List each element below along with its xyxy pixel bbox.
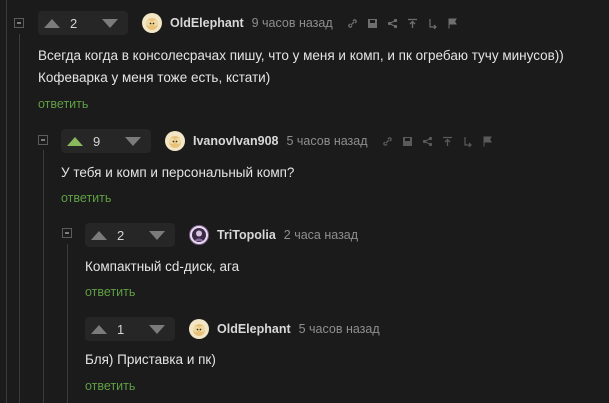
pin-icon[interactable]	[407, 18, 418, 29]
link-icon[interactable]	[382, 136, 393, 147]
thread-line	[67, 244, 68, 403]
comment-header: 2 OldElephant 9 часов назад	[38, 11, 467, 35]
collapse-toggle[interactable]	[62, 228, 72, 238]
vote-count: 9	[93, 133, 101, 149]
reply-link[interactable]: ответить	[85, 285, 135, 299]
timestamp[interactable]: 2 часа назад	[284, 228, 358, 242]
avatar[interactable]	[189, 319, 209, 339]
comment-tools	[347, 18, 467, 29]
vote-count: 2	[117, 227, 125, 243]
comment-text: У тебя и комп и персональный комп?	[61, 162, 294, 184]
flag-icon[interactable]	[482, 136, 493, 147]
comment-line: Компактный cd-диск, ага	[85, 259, 240, 274]
comment-line: У тебя и комп и персональный комп?	[61, 165, 295, 180]
avatar[interactable]	[165, 131, 185, 151]
downvote-icon[interactable]	[149, 324, 165, 334]
reply-link[interactable]: ответить	[38, 97, 88, 111]
comment-text: Всегда когда в консолесрачах пишу, что у…	[38, 45, 608, 89]
timestamp[interactable]: 9 часов назад	[252, 16, 333, 30]
vote-group: 2	[85, 223, 175, 247]
pin-icon[interactable]	[442, 136, 453, 147]
reply-link[interactable]: ответить	[85, 379, 135, 393]
vote-group: 9	[61, 129, 151, 153]
comment-line: Всегда когда в консолесрачах пишу, что у…	[38, 48, 564, 63]
timestamp[interactable]: 5 часов назад	[286, 134, 367, 148]
downvote-icon[interactable]	[149, 230, 165, 240]
upvote-icon[interactable]	[44, 18, 60, 28]
collapse-toggle[interactable]	[38, 135, 48, 145]
upvote-icon[interactable]	[91, 230, 107, 240]
vote-count: 2	[70, 15, 78, 31]
upvote-icon[interactable]	[67, 136, 83, 146]
thread-line	[6, 0, 7, 403]
avatar[interactable]	[189, 225, 209, 245]
timestamp[interactable]: 5 часов назад	[299, 322, 380, 336]
downvote-icon[interactable]	[102, 18, 118, 28]
username[interactable]: TriTopolia	[217, 228, 276, 242]
save-icon[interactable]	[367, 18, 378, 29]
comment-header: 1 OldElephant 5 часов назад	[85, 317, 380, 341]
comment-header: 2 TriTopolia 2 часа назад	[85, 223, 358, 247]
comment-header: 9 IvanovIvan908 5 часов назад	[61, 129, 502, 153]
collapse-toggle[interactable]	[14, 18, 24, 28]
thread-line	[19, 34, 20, 403]
save-icon[interactable]	[402, 136, 413, 147]
comment-text: Компактный cd-диск, ага	[85, 256, 239, 278]
avatar[interactable]	[142, 13, 162, 33]
reply-link[interactable]: ответить	[61, 191, 111, 205]
username[interactable]: OldElephant	[217, 322, 291, 336]
reply-to-icon[interactable]	[427, 18, 438, 29]
vote-count: 1	[117, 321, 125, 337]
downvote-icon[interactable]	[125, 136, 141, 146]
comment-text: Бля) Приставка и пк)	[85, 349, 216, 371]
username[interactable]: OldElephant	[170, 16, 244, 30]
comment-line: Бля) Приставка и пк)	[85, 352, 216, 367]
vote-group: 2	[38, 11, 128, 35]
vote-group: 1	[85, 317, 175, 341]
thread-line	[43, 150, 44, 403]
share-icon[interactable]	[422, 136, 433, 147]
comment-line: Кофеварка у меня тоже есть, кстати)	[38, 70, 271, 85]
link-icon[interactable]	[347, 18, 358, 29]
comment-tools	[382, 136, 502, 147]
share-icon[interactable]	[387, 18, 398, 29]
username[interactable]: IvanovIvan908	[193, 134, 278, 148]
flag-icon[interactable]	[447, 18, 458, 29]
reply-to-icon[interactable]	[462, 136, 473, 147]
upvote-icon[interactable]	[91, 324, 107, 334]
